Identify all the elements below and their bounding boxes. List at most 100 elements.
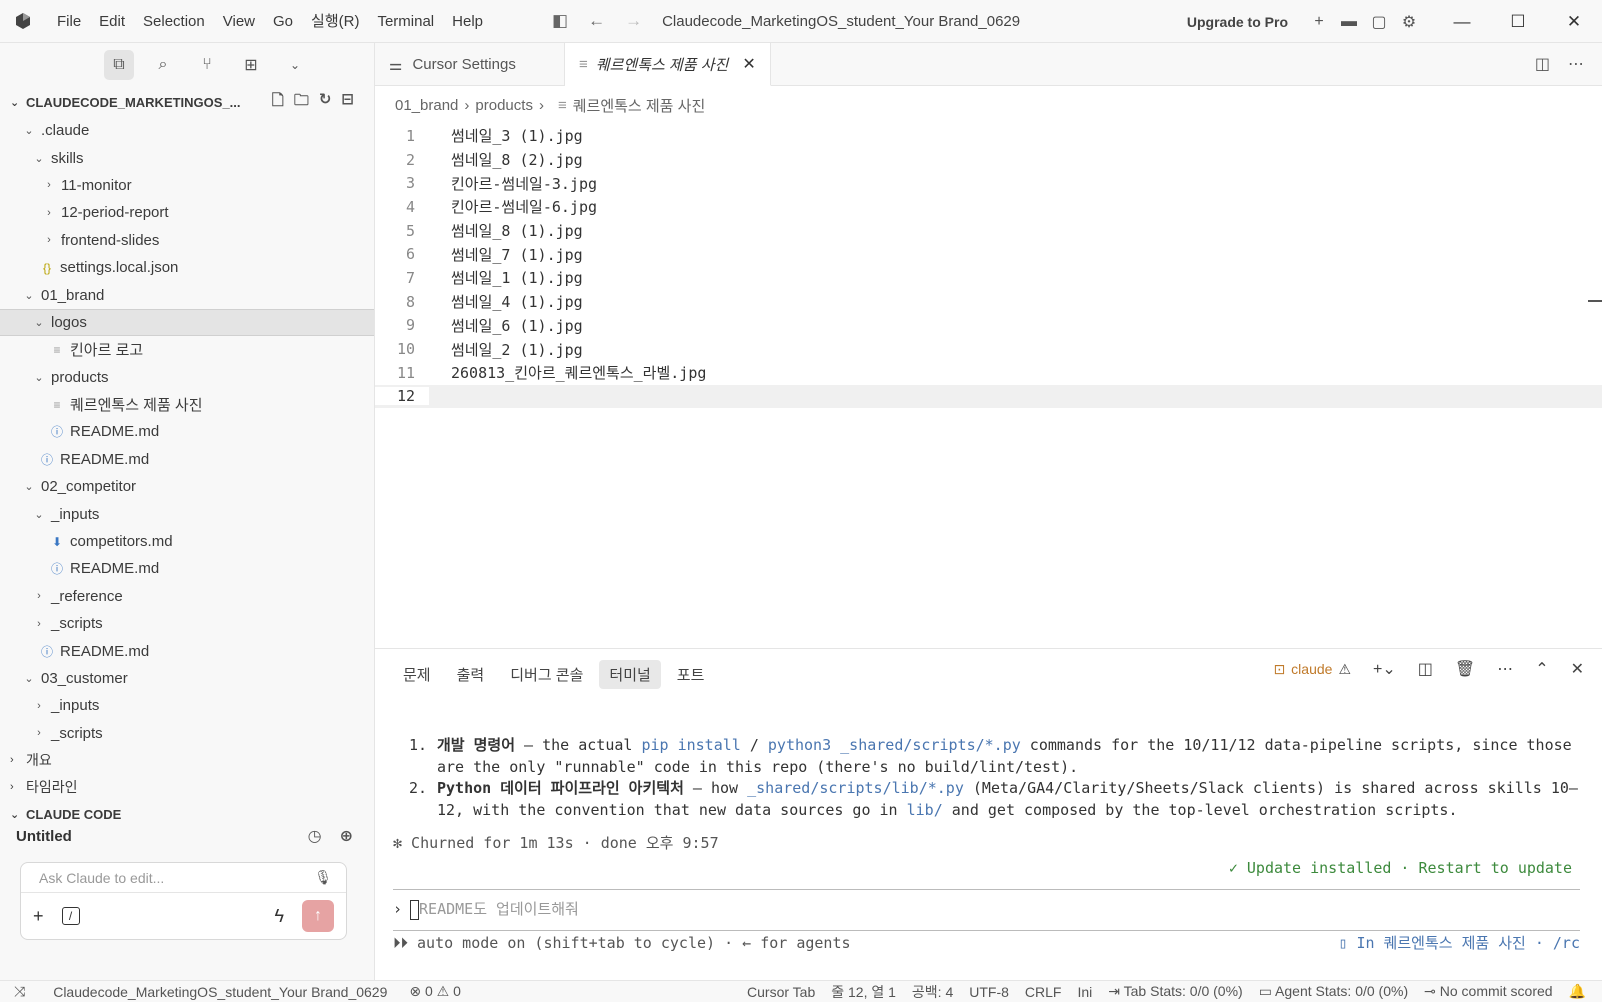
tab-terminal[interactable]: 터미널 [599, 659, 661, 689]
file-encoding[interactable]: UTF-8 [961, 984, 1017, 1000]
more-actions-icon[interactable]: ⋯ [1568, 54, 1584, 74]
tab-output[interactable]: 출력 [447, 660, 495, 689]
tree-item[interactable]: › _scripts [0, 610, 374, 637]
extensions-icon[interactable]: ⊞ [236, 50, 266, 80]
tree-item[interactable]: › _reference [0, 583, 374, 610]
minimize-icon[interactable]: — [1434, 12, 1490, 32]
tree-item[interactable]: ⌄ .claude [0, 117, 374, 144]
agent-stats[interactable]: ▭ Agent Stats: 0/0 (0%) [1251, 983, 1416, 1000]
add-icon[interactable]: + [33, 906, 44, 927]
code-line[interactable]: 6 썸네일_7 (1).jpg [375, 242, 1602, 266]
chat-input[interactable]: Ask Claude to edit... [39, 870, 314, 886]
menu-edit[interactable]: Edit [90, 0, 134, 43]
code-line[interactable]: 1 썸네일_3 (1).jpg [375, 124, 1602, 148]
tree-item[interactable]: › 11-monitor [0, 172, 374, 199]
tree-item[interactable]: ⬇ competitors.md [0, 528, 374, 555]
tree-item[interactable]: ⌄ logos [0, 308, 374, 337]
toggle-sidebar-icon[interactable]: ◧ [552, 11, 568, 31]
tree-item[interactable]: › 12-period-report [0, 199, 374, 226]
new-file-icon[interactable]: 🗋 [272, 90, 284, 115]
new-folder-icon[interactable]: 🗀 [294, 90, 309, 115]
outline-header[interactable]: › 개요 [0, 747, 374, 774]
tree-item[interactable]: ⓘ README.md [0, 555, 374, 582]
tab-product-photos[interactable]: ≡ 퀘르엔톡스 제품 사진 ✕ [565, 43, 771, 86]
language-mode[interactable]: Ini [1069, 984, 1100, 1000]
tree-item[interactable]: ⓘ README.md [0, 637, 374, 664]
code-line[interactable]: 9 썸네일_6 (1).jpg [375, 314, 1602, 338]
chat-icon[interactable]: ▢ [1364, 12, 1394, 32]
tree-item[interactable]: {} settings.local.json [0, 254, 374, 281]
repo-name[interactable]: Claudecode_MarketingOS_student_Your Bran… [33, 984, 395, 1000]
timeline-header[interactable]: › 타임라인 [0, 774, 374, 801]
menu-terminal[interactable]: Terminal [368, 0, 443, 43]
menu-run[interactable]: 실행(R) [302, 0, 368, 43]
tree-item[interactable]: › frontend-slides [0, 227, 374, 254]
code-editor[interactable]: 1 썸네일_3 (1).jpg 2 썸네일_8 (2).jpg 3 킨아르-썸네일-3.j… [375, 124, 1602, 409]
gear-icon[interactable]: ⚙ [1394, 12, 1424, 32]
menu-help[interactable]: Help [443, 0, 492, 43]
forward-arrow-icon[interactable]: → [625, 11, 642, 31]
breadcrumb-item[interactable]: 01_brand [395, 97, 458, 114]
prompt-input[interactable]: README도 업데이트해줘 [419, 899, 579, 921]
code-line[interactable]: 10 썸네일_2 (1).jpg [375, 337, 1602, 361]
code-line[interactable]: 2 썸네일_8 (2).jpg [375, 148, 1602, 172]
tree-item[interactable]: ⓘ README.md [0, 418, 374, 445]
code-line[interactable]: 4 킨아르-썸네일-6.jpg [375, 195, 1602, 219]
history-icon[interactable]: ◷ [308, 826, 322, 846]
tree-item[interactable]: ≡ 퀘르엔톡스 제품 사진 [0, 391, 374, 418]
code-line[interactable]: 8 썸네일_4 (1).jpg [375, 290, 1602, 314]
explorer-root-header[interactable]: ⌄ CLAUDECODE_MARKETINGOS_... 🗋 🗀 ↻ ⊟ [0, 87, 374, 117]
panel-toggle-icon[interactable]: ▬ [1334, 13, 1364, 31]
code-line[interactable]: 12 [375, 384, 1602, 409]
tree-item[interactable]: ⌄ skills [0, 144, 374, 171]
tree-item[interactable]: ⌄ 03_customer [0, 665, 374, 692]
code-line[interactable]: 5 썸네일_8 (1).jpg [375, 219, 1602, 243]
maximize-panel-icon[interactable]: ⌃ [1535, 659, 1548, 679]
bell-icon[interactable]: 🔔 [1561, 983, 1602, 1000]
code-line[interactable]: 3 킨아르-썸네일-3.jpg [375, 171, 1602, 195]
problems-count[interactable]: ⊗ 0 ⚠ 0 [395, 983, 469, 1000]
menu-selection[interactable]: Selection [134, 0, 214, 43]
code-line[interactable]: 11 260813_킨아르_퀘르엔톡스_라벨.jpg [375, 361, 1602, 385]
close-window-icon[interactable]: ✕ [1546, 12, 1602, 32]
slash-command-icon[interactable]: / [61, 907, 80, 925]
chevron-down-icon[interactable]: ⌄ [280, 50, 310, 80]
close-panel-icon[interactable]: ✕ [1571, 659, 1584, 679]
microphone-icon[interactable]: 🎙 [314, 869, 346, 886]
tree-item[interactable]: › _inputs [0, 692, 374, 719]
close-tab-icon[interactable]: ✕ [742, 54, 755, 74]
plus-icon[interactable]: + [1304, 13, 1334, 31]
code-line[interactable]: 7 썸네일_1 (1).jpg [375, 266, 1602, 290]
menu-go[interactable]: Go [264, 0, 302, 43]
search-icon[interactable]: ⌕ [148, 50, 178, 80]
trash-icon[interactable]: 🗑 [1455, 659, 1475, 679]
prompt-line[interactable]: › README도 업데이트해줘 [393, 890, 1580, 930]
back-arrow-icon[interactable]: ← [588, 11, 605, 31]
upgrade-button[interactable]: Upgrade to Pro [1187, 14, 1288, 30]
more-icon[interactable]: ⋯ [1497, 659, 1513, 679]
explorer-icon[interactable]: ⧉ [104, 50, 134, 80]
cursor-position[interactable]: 줄 12, 열 1 [823, 982, 904, 1002]
source-control-icon[interactable]: ⑂ [192, 50, 222, 80]
terminal-output[interactable]: 1. 개발 명령어 — the actual pip install / pyth… [393, 735, 1580, 955]
tree-item[interactable]: ≡ 킨아르 로고 [0, 336, 374, 363]
lightning-icon[interactable]: ϟ [274, 906, 284, 927]
tree-item[interactable]: ⓘ README.md [0, 446, 374, 473]
new-chat-icon[interactable]: ⊕ [340, 826, 353, 846]
split-terminal-icon[interactable]: ◫ [1418, 659, 1433, 679]
split-editor-icon[interactable]: ◫ [1535, 54, 1550, 74]
maximize-icon[interactable]: ☐ [1490, 12, 1546, 32]
tree-item[interactable]: ⌄ products [0, 364, 374, 391]
terminal-selector[interactable]: ⊡ claude ⚠ [1273, 661, 1351, 678]
breadcrumb-item[interactable]: products [475, 97, 533, 114]
tab-ports[interactable]: 포트 [667, 660, 715, 689]
new-terminal-icon[interactable]: +⌄ [1373, 659, 1396, 679]
tab-debug-console[interactable]: 디버그 콘솔 [500, 660, 593, 689]
tab-cursor-settings[interactable]: ⚌ Cursor Settings [375, 43, 565, 86]
breadcrumb-item[interactable]: 퀘르엔톡스 제품 사진 [573, 95, 706, 116]
tree-item[interactable]: ⌄ _inputs [0, 500, 374, 527]
send-button[interactable]: ↑ [302, 900, 334, 932]
update-status[interactable]: ✓ Update installed · Restart to update [393, 858, 1580, 880]
tree-item[interactable]: ⌄ 02_competitor [0, 473, 374, 500]
remote-icon[interactable]: ⤨ [0, 983, 33, 1000]
